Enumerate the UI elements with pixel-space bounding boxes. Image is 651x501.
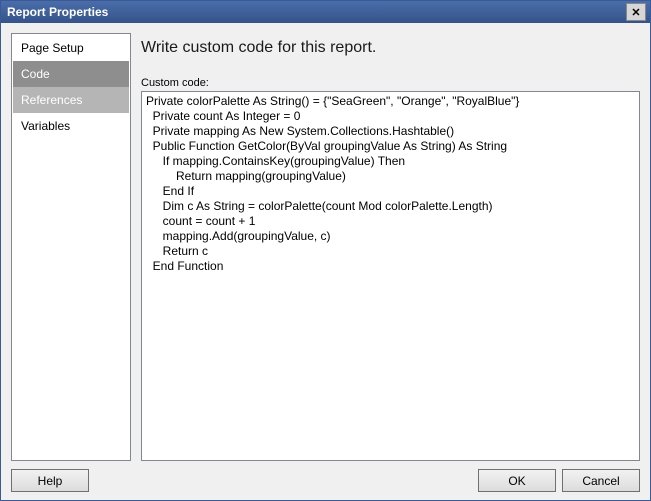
sidebar-item-label: Code (21, 67, 50, 81)
button-label: Help (38, 474, 63, 488)
titlebar: Report Properties ✕ (1, 1, 650, 23)
main-panel: Write custom code for this report. Custo… (141, 33, 640, 461)
content-row: Page Setup Code References Variables Wri… (11, 33, 640, 461)
close-button[interactable]: ✕ (626, 3, 646, 21)
sidebar-item-references[interactable]: References (13, 87, 129, 113)
help-button[interactable]: Help (11, 469, 89, 492)
sidebar-item-variables[interactable]: Variables (13, 113, 129, 139)
dialog-body: Page Setup Code References Variables Wri… (1, 23, 650, 500)
sidebar: Page Setup Code References Variables (11, 33, 131, 461)
cancel-button[interactable]: Cancel (562, 469, 640, 492)
ok-button[interactable]: OK (478, 469, 556, 492)
custom-code-textarea[interactable] (141, 91, 640, 461)
code-label: Custom code: (141, 77, 640, 89)
sidebar-item-page-setup[interactable]: Page Setup (13, 35, 129, 61)
dialog-window: Report Properties ✕ Page Setup Code Refe… (0, 0, 651, 501)
sidebar-item-code[interactable]: Code (13, 61, 129, 87)
button-label: Cancel (582, 474, 619, 488)
page-heading: Write custom code for this report. (141, 39, 640, 57)
sidebar-item-label: Variables (21, 119, 70, 133)
spacer (95, 469, 472, 492)
sidebar-item-label: Page Setup (21, 41, 84, 55)
window-title: Report Properties (5, 5, 626, 19)
button-row: Help OK Cancel (11, 461, 640, 492)
close-icon: ✕ (631, 6, 640, 19)
sidebar-item-label: References (21, 93, 82, 107)
button-label: OK (508, 474, 525, 488)
